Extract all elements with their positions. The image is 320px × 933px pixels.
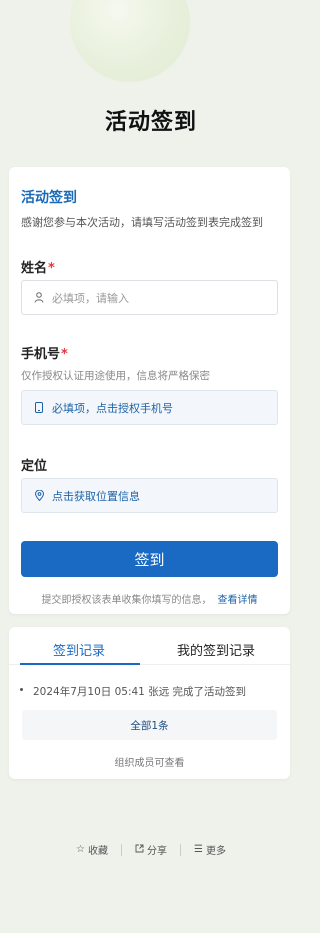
- bullet-icon: [20, 687, 23, 691]
- name-label: 姓名*: [21, 257, 55, 276]
- menu-icon: ☰: [194, 844, 203, 855]
- form-description: 感谢您参与本次活动，请填写活动签到表完成签到: [21, 216, 263, 229]
- background-decoration: [70, 0, 190, 82]
- record-text: 2024年7月10日 05:41 张远 完成了活动签到: [33, 686, 247, 698]
- favorite-button[interactable]: ☆ 收藏: [63, 842, 121, 857]
- favorite-label: 收藏: [88, 846, 108, 857]
- privacy-notice: 提交即授权该表单收集你填写的信息， 查看详情: [9, 591, 290, 606]
- get-location-label: 点击获取位置信息: [52, 489, 140, 503]
- more-label: 更多: [205, 846, 226, 857]
- privacy-notice-text: 提交即授权该表单收集你填写的信息，: [41, 595, 212, 606]
- authorize-phone-button[interactable]: 必填项，点击授权手机号: [21, 390, 278, 425]
- view-details-link[interactable]: 查看详情: [218, 595, 258, 606]
- records-card: 签到记录 我的签到记录 2024年7月10日 05:41 张远 完成了活动签到 …: [9, 627, 290, 779]
- share-icon: [135, 844, 144, 856]
- required-mark: *: [48, 261, 55, 276]
- page-title: 活动签到: [104, 110, 197, 135]
- phone-hint: 仅作授权认证用途使用，信息将严格保密: [21, 370, 210, 382]
- phone-label-text: 手机号: [21, 347, 61, 362]
- phone-icon: [32, 402, 46, 413]
- more-button[interactable]: ☰ 更多: [181, 842, 239, 857]
- view-all-records-button[interactable]: 全部1条: [22, 710, 277, 740]
- visibility-note: 组织成员可查看: [114, 758, 185, 769]
- share-label: 分享: [147, 846, 167, 857]
- name-input[interactable]: 必填项，请输入: [21, 280, 278, 315]
- location-pin-icon: [32, 490, 46, 501]
- tab-signin-records[interactable]: 签到记录: [53, 640, 105, 659]
- phone-label: 手机号*: [21, 343, 68, 362]
- share-button[interactable]: 分享: [122, 842, 180, 857]
- required-mark: *: [61, 347, 68, 362]
- location-label: 定位: [21, 459, 48, 474]
- tab-my-signin-records[interactable]: 我的签到记录: [177, 640, 255, 659]
- get-location-button[interactable]: 点击获取位置信息: [21, 478, 278, 513]
- authorize-phone-label: 必填项，点击授权手机号: [52, 401, 173, 415]
- name-label-text: 姓名: [21, 261, 48, 276]
- name-placeholder: 必填项，请输入: [52, 291, 129, 305]
- star-icon: ☆: [76, 844, 85, 855]
- active-tab-indicator: [20, 663, 140, 665]
- records-tabs: 签到记录 我的签到记录: [9, 627, 290, 665]
- user-icon: [32, 292, 46, 303]
- form-title: 活动签到: [21, 190, 77, 206]
- signin-form-card: 活动签到 感谢您参与本次活动，请填写活动签到表完成签到 姓名* 必填项，请输入 …: [9, 167, 290, 614]
- submit-signin-button[interactable]: 签到: [21, 541, 278, 577]
- footer-actions: ☆ 收藏 分享 ☰ 更多: [0, 842, 302, 857]
- list-item: 2024年7月10日 05:41 张远 完成了活动签到: [20, 684, 246, 699]
